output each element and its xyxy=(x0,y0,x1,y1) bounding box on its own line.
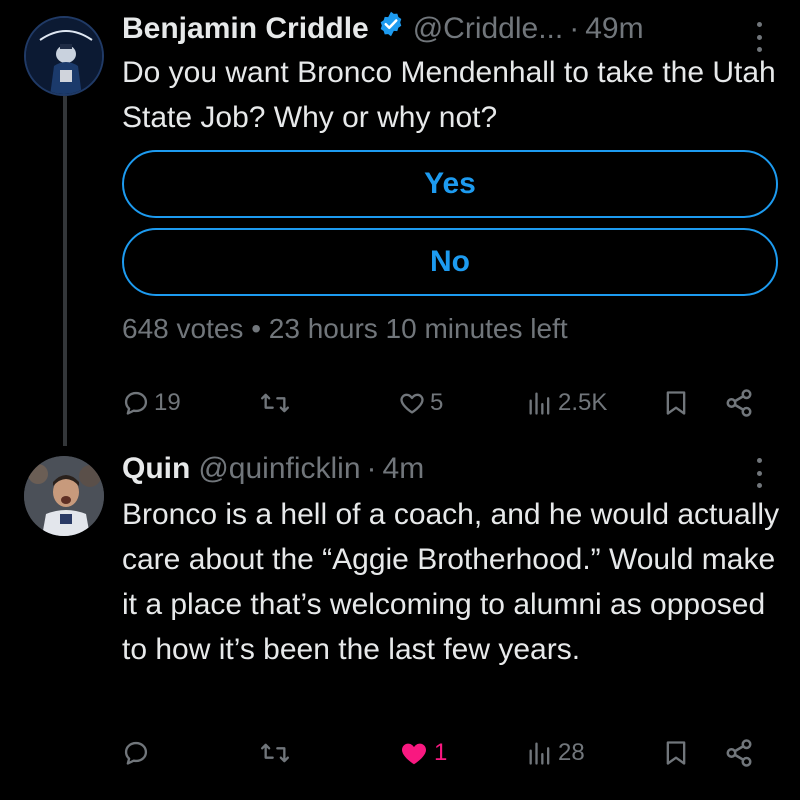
reply-text: Bronco is a hell of a coach, and he woul… xyxy=(122,498,780,666)
views-icon xyxy=(529,392,550,415)
retweet-icon xyxy=(261,743,290,763)
display-name[interactable]: Quin xyxy=(122,452,190,486)
reply-icon xyxy=(124,741,148,765)
display-name[interactable]: Benjamin Criddle xyxy=(122,12,369,46)
share-button[interactable] xyxy=(724,383,754,423)
tweet-header: Benjamin Criddle @Criddle... · 49m xyxy=(122,10,644,46)
avatar[interactable] xyxy=(24,456,104,536)
views-count: 2.5K xyxy=(558,389,608,416)
share-icon xyxy=(726,389,752,417)
poll-option-no[interactable]: No xyxy=(122,228,778,296)
tweet-actions: 19 5 2.5K xyxy=(118,383,780,423)
bookmark-button[interactable] xyxy=(662,383,690,423)
handle[interactable]: @quinficklin xyxy=(198,452,360,486)
verified-badge-icon xyxy=(380,11,401,37)
like-button[interactable]: 1 xyxy=(398,733,447,773)
heart-filled-icon xyxy=(402,743,426,765)
bookmark-button[interactable] xyxy=(662,733,690,773)
reply-header: Quin @quinficklin · 4m xyxy=(122,452,424,486)
heart-icon xyxy=(400,393,424,414)
reply-icon xyxy=(124,391,148,415)
thread-line xyxy=(63,96,67,446)
retweet-button[interactable] xyxy=(258,733,296,773)
views-button[interactable]: 2.5K xyxy=(526,383,607,423)
more-options-icon[interactable] xyxy=(754,458,764,488)
share-icon xyxy=(726,739,752,767)
poll-time-left: 23 hours 10 minutes left xyxy=(268,313,568,344)
handle[interactable]: @Criddle... xyxy=(413,12,564,46)
like-count: 1 xyxy=(434,739,448,766)
reply-count: 19 xyxy=(154,389,181,416)
bookmark-icon xyxy=(666,741,686,765)
bookmark-icon xyxy=(666,391,686,415)
more-options-icon[interactable] xyxy=(754,22,764,52)
poll-option-yes[interactable]: Yes xyxy=(122,150,778,218)
like-count: 5 xyxy=(430,389,444,416)
views-button[interactable]: 28 xyxy=(526,733,585,773)
tweet-text: Do you want Bronco Mendenhall to take th… xyxy=(122,56,776,134)
retweet-icon xyxy=(261,393,290,413)
poll-meta: 648 votes • 23 hours 10 minutes left xyxy=(122,313,568,345)
reply-actions: 1 28 xyxy=(118,733,780,773)
separator-dot: • xyxy=(251,313,269,344)
reply-button[interactable] xyxy=(122,733,154,773)
retweet-button[interactable] xyxy=(258,383,296,423)
avatar[interactable] xyxy=(24,16,104,96)
reply-button[interactable]: 19 xyxy=(122,383,181,423)
separator-dot: · xyxy=(569,12,580,45)
separator-dot: · xyxy=(366,452,377,485)
timestamp[interactable]: 49m xyxy=(585,12,643,46)
views-icon xyxy=(529,742,550,765)
views-count: 28 xyxy=(558,739,585,766)
like-button[interactable]: 5 xyxy=(398,383,443,423)
poll-votes: 648 votes xyxy=(122,313,244,344)
timestamp[interactable]: 4m xyxy=(383,452,425,486)
share-button[interactable] xyxy=(724,733,754,773)
